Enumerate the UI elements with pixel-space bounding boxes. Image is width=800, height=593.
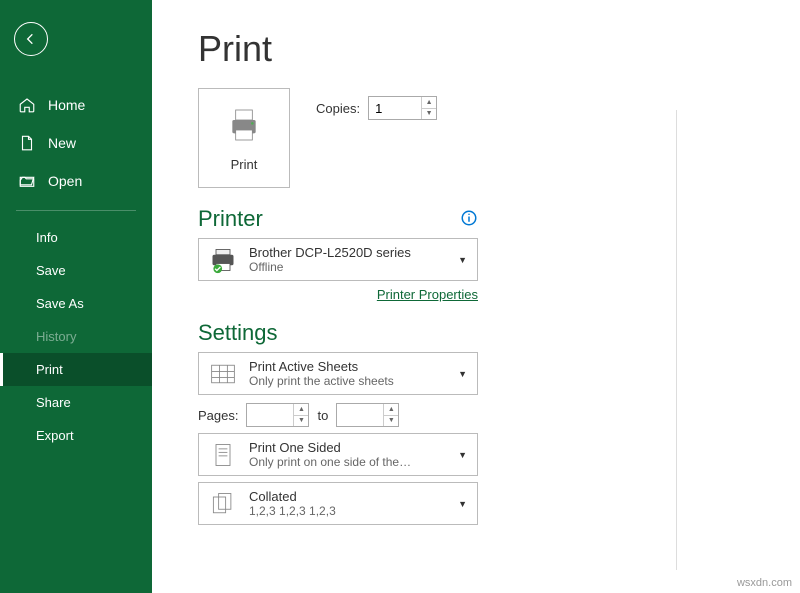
chevron-up-icon[interactable]: ▲ bbox=[422, 97, 436, 109]
printer-properties-link[interactable]: Printer Properties bbox=[377, 287, 478, 302]
document-icon bbox=[18, 134, 36, 152]
sidebar-item-label: Home bbox=[48, 97, 85, 113]
chevron-down-icon[interactable]: ▼ bbox=[294, 416, 308, 427]
preview-divider bbox=[676, 110, 677, 570]
sidebar-item-info[interactable]: Info bbox=[0, 221, 152, 254]
pages-to-label: to bbox=[317, 408, 328, 423]
info-icon[interactable] bbox=[460, 209, 478, 230]
printer-status: Offline bbox=[249, 260, 450, 274]
main-content: Print Print Copies: ▲ ▼ Printer bbox=[152, 0, 800, 593]
pages-from-spinner[interactable]: ▲▼ bbox=[246, 403, 309, 427]
active-sheets-icon bbox=[209, 360, 237, 388]
sidebar-item-save-as[interactable]: Save As bbox=[0, 287, 152, 320]
pages-label: Pages: bbox=[198, 408, 238, 423]
watermark: wsxdn.com bbox=[737, 577, 792, 589]
print-button-label: Print bbox=[231, 157, 258, 172]
print-button[interactable]: Print bbox=[198, 88, 290, 188]
pages-from-input[interactable] bbox=[247, 404, 293, 426]
sidebar-item-share[interactable]: Share bbox=[0, 386, 152, 419]
collated-icon bbox=[209, 490, 237, 518]
sidebar-item-print[interactable]: Print bbox=[0, 353, 152, 386]
settings-section-title: Settings bbox=[198, 320, 478, 346]
printer-status-icon bbox=[209, 246, 237, 274]
chevron-down-icon: ▼ bbox=[458, 450, 467, 460]
page-title: Print bbox=[198, 28, 800, 70]
pages-to-input[interactable] bbox=[337, 404, 383, 426]
dropdown-title: Collated bbox=[249, 489, 450, 504]
print-what-dropdown[interactable]: Print Active Sheets Only print the activ… bbox=[198, 352, 478, 395]
sidebar-item-history: History bbox=[0, 320, 152, 353]
copies-label: Copies: bbox=[316, 101, 360, 116]
sidebar-item-open[interactable]: Open bbox=[0, 162, 152, 200]
printer-dropdown[interactable]: Brother DCP-L2520D series Offline ▼ bbox=[198, 238, 478, 281]
chevron-up-icon[interactable]: ▲ bbox=[294, 404, 308, 416]
one-sided-icon bbox=[209, 441, 237, 469]
dropdown-subtitle: Only print on one side of the… bbox=[249, 455, 450, 469]
dropdown-subtitle: Only print the active sheets bbox=[249, 374, 450, 388]
dropdown-subtitle: 1,2,3 1,2,3 1,2,3 bbox=[249, 504, 450, 518]
printer-section-title: Printer bbox=[198, 206, 263, 232]
sidebar-item-label: Open bbox=[48, 173, 82, 189]
sidebar-item-export[interactable]: Export bbox=[0, 419, 152, 452]
dropdown-title: Print One Sided bbox=[249, 440, 450, 455]
sidebar-item-home[interactable]: Home bbox=[0, 86, 152, 124]
chevron-up-icon[interactable]: ▲ bbox=[384, 404, 398, 416]
folder-icon bbox=[18, 172, 36, 190]
chevron-down-icon[interactable]: ▼ bbox=[422, 109, 436, 120]
back-button[interactable] bbox=[14, 22, 48, 56]
sidebar-divider bbox=[16, 210, 136, 211]
backstage-sidebar: Home New Open Info Save Save As History … bbox=[0, 0, 152, 593]
dropdown-title: Print Active Sheets bbox=[249, 359, 450, 374]
sidebar-item-save[interactable]: Save bbox=[0, 254, 152, 287]
sidebar-item-new[interactable]: New bbox=[0, 124, 152, 162]
chevron-down-icon: ▼ bbox=[458, 255, 467, 265]
pages-to-spinner[interactable]: ▲▼ bbox=[336, 403, 399, 427]
printer-name: Brother DCP-L2520D series bbox=[249, 245, 450, 260]
chevron-down-icon: ▼ bbox=[458, 369, 467, 379]
collate-dropdown[interactable]: Collated 1,2,3 1,2,3 1,2,3 ▼ bbox=[198, 482, 478, 525]
sides-dropdown[interactable]: Print One Sided Only print on one side o… bbox=[198, 433, 478, 476]
home-icon bbox=[18, 96, 36, 114]
chevron-down-icon[interactable]: ▼ bbox=[384, 416, 398, 427]
chevron-down-icon: ▼ bbox=[458, 499, 467, 509]
copies-input[interactable] bbox=[369, 97, 421, 119]
spinner-arrows[interactable]: ▲ ▼ bbox=[421, 97, 436, 119]
back-arrow-icon bbox=[23, 31, 39, 47]
copies-spinner[interactable]: ▲ ▼ bbox=[368, 96, 437, 120]
sidebar-item-label: New bbox=[48, 135, 76, 151]
printer-icon bbox=[224, 105, 264, 145]
